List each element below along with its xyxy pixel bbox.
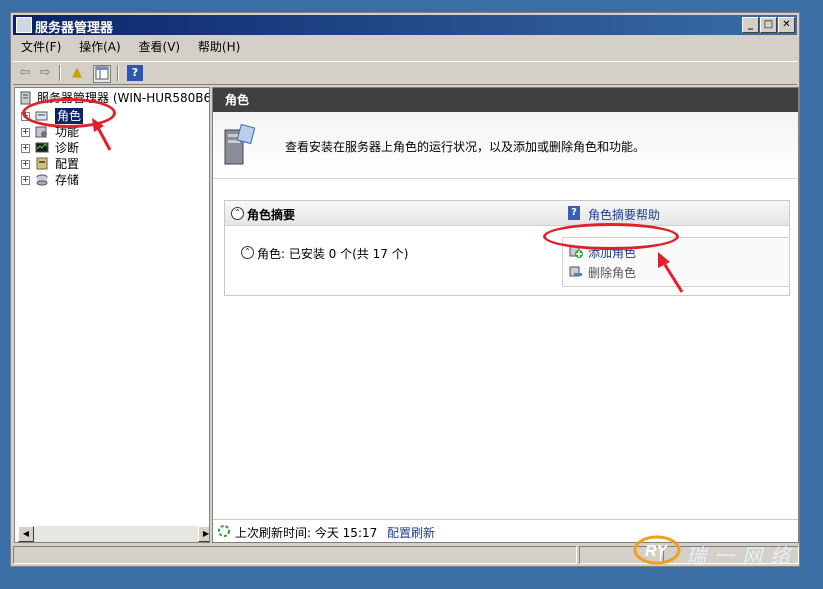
watermark-text: 瑞一网络 — [686, 544, 798, 568]
watermark-logo-text: RY — [645, 543, 668, 560]
annotation-arrows — [92, 118, 684, 293]
watermark-logo: RY — [633, 535, 681, 565]
